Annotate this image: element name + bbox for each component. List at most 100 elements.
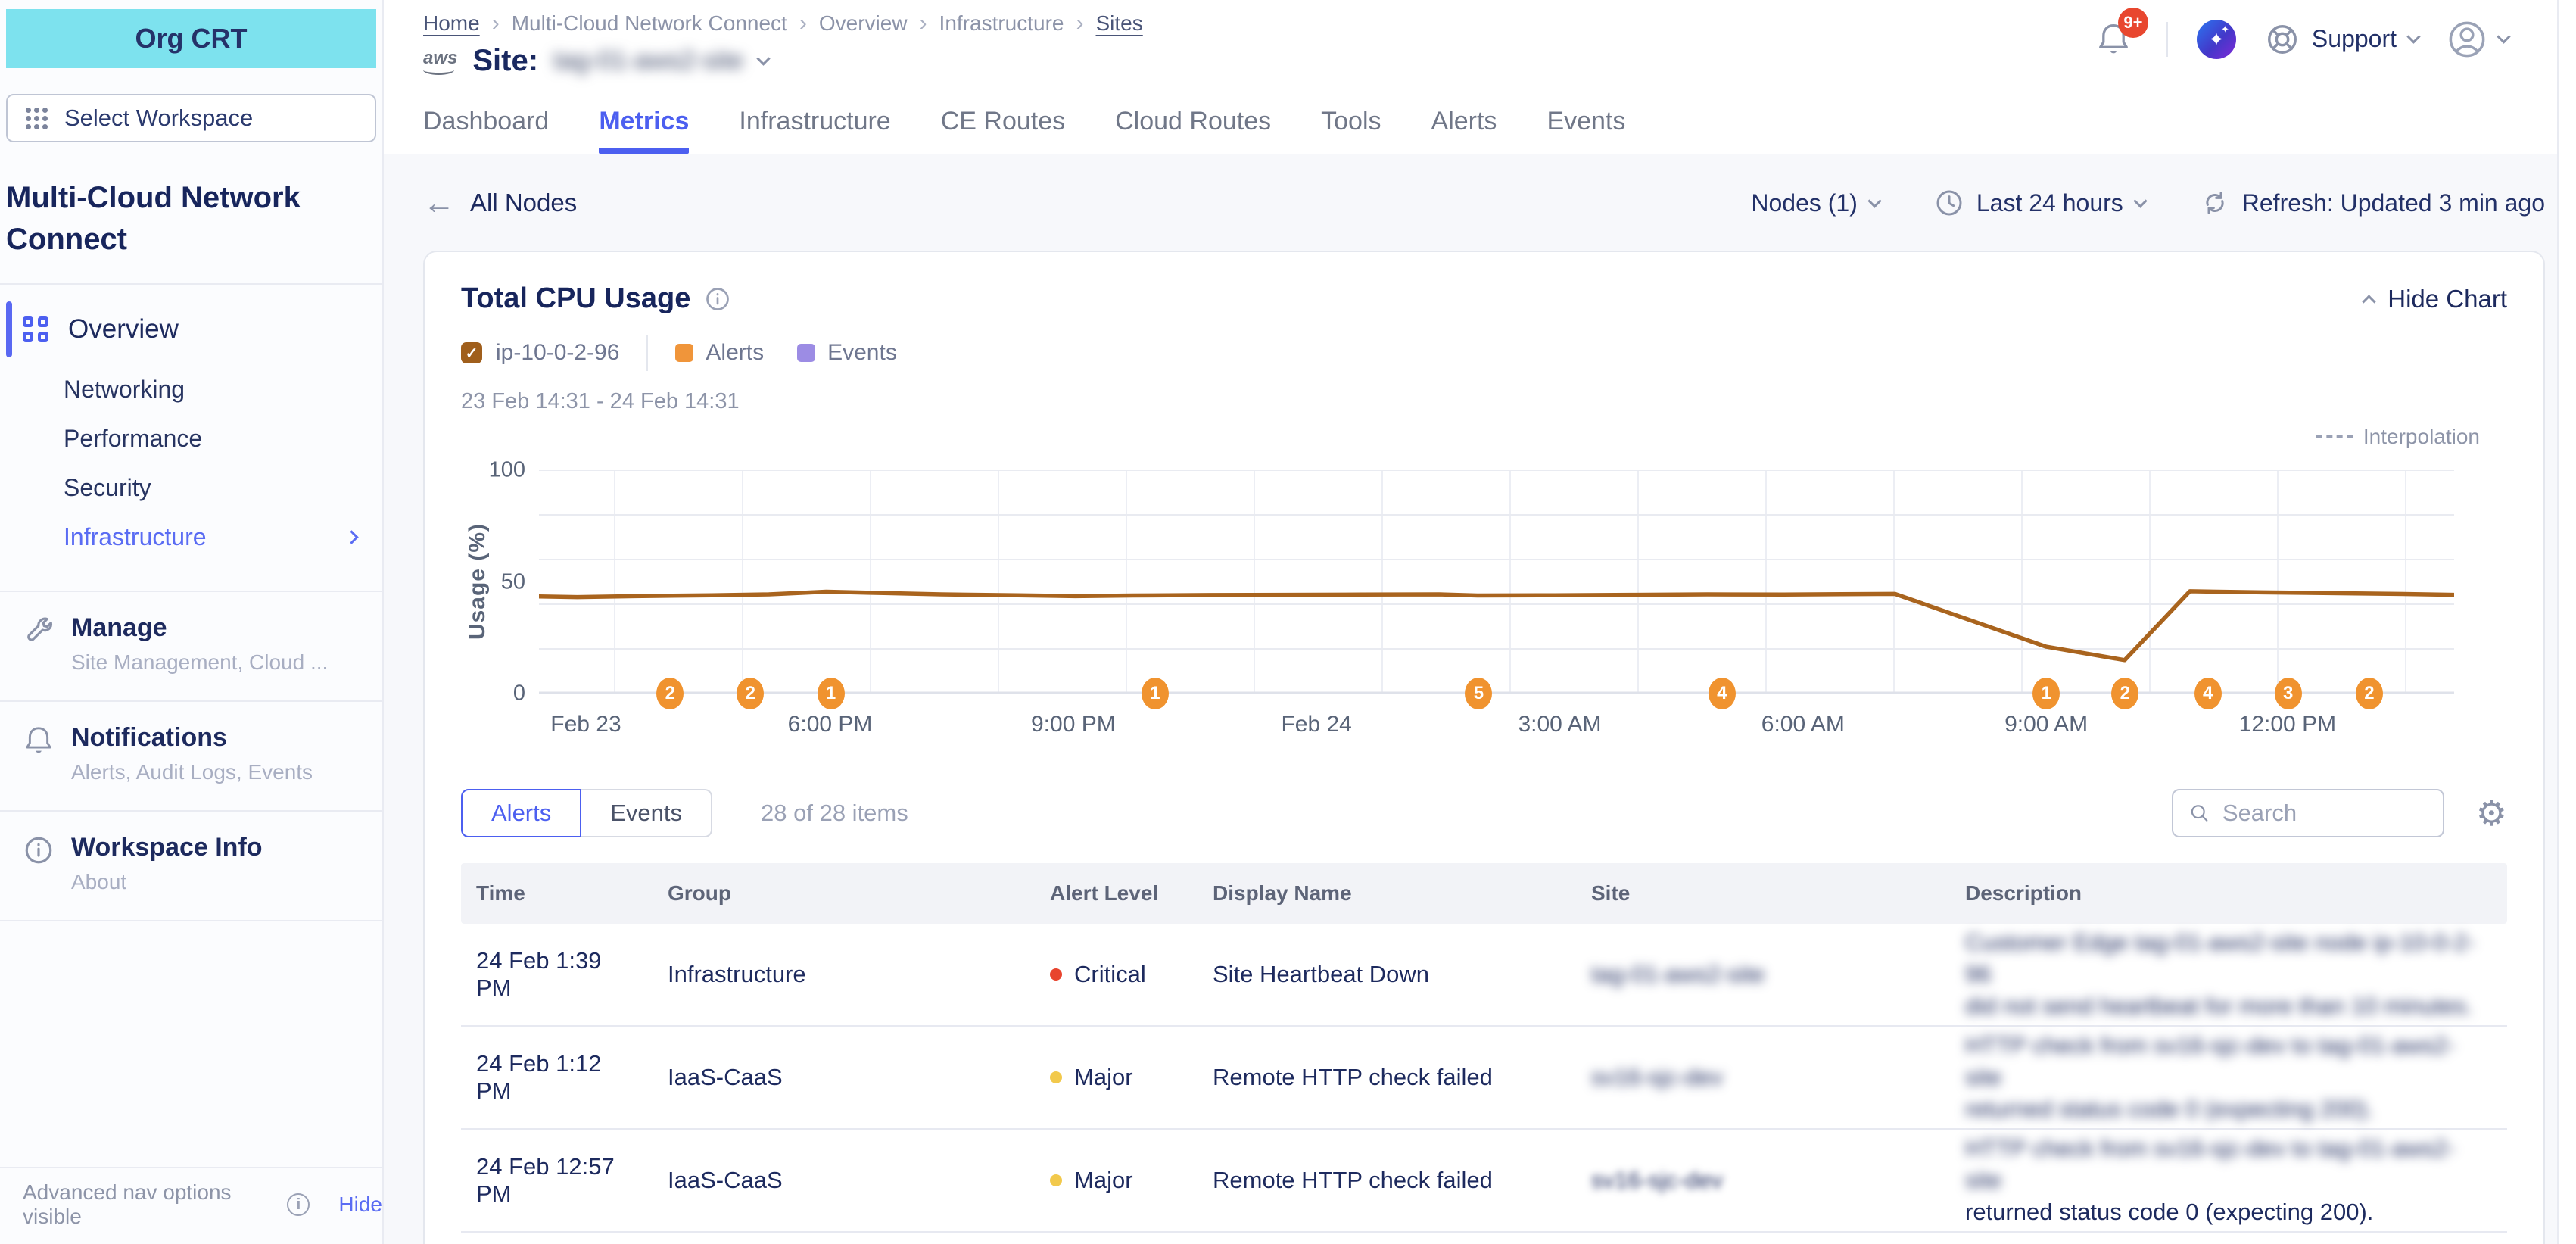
table-row[interactable]: 24 Feb 1:39 PMInfrastructureCriticalSite… bbox=[461, 924, 2507, 1027]
sidebar-section-notifications[interactable]: NotificationsAlerts, Audit Logs, Events bbox=[0, 702, 382, 812]
site-value-redacted[interactable]: tag-01-aws2-site bbox=[553, 46, 743, 76]
line-chart-svg bbox=[539, 470, 2454, 694]
cpu-usage-plot[interactable]: Usage (%) 10050022115412432 bbox=[539, 470, 2454, 694]
tab-dashboard[interactable]: Dashboard bbox=[423, 107, 549, 154]
nodes-dropdown[interactable]: Nodes (1) bbox=[1751, 189, 1880, 217]
sidebar-item-networking[interactable]: Networking bbox=[0, 365, 382, 414]
description-line-redacted: HTTP check from sv16-sjc-dev to tag-01-a… bbox=[1965, 1133, 2481, 1196]
tab-cloud-routes[interactable]: Cloud Routes bbox=[1115, 107, 1271, 154]
search-input[interactable] bbox=[2222, 800, 2428, 827]
cell-display-name: Remote HTTP check failed bbox=[1198, 1167, 1576, 1194]
time-range-dropdown[interactable]: Last 24 hours bbox=[1934, 188, 2145, 218]
cpu-usage-card: Total CPU Usage Hide Chart ✓ ip-10-0-2-9… bbox=[423, 251, 2545, 1244]
sidebar-section-workspace-info[interactable]: Workspace InfoAbout bbox=[0, 812, 382, 921]
breadcrumb-item-sites[interactable]: Sites bbox=[1096, 11, 1143, 36]
legend-alerts[interactable]: Alerts bbox=[675, 340, 764, 366]
section-text: Workspace InfoAbout bbox=[71, 833, 263, 894]
back-arrow-icon: ← bbox=[423, 187, 455, 219]
ai-assistant-button[interactable]: ✦ ✦ bbox=[2197, 20, 2236, 59]
site-value-redacted: tag-01-aws2-site bbox=[1591, 961, 1765, 987]
tab-events[interactable]: Events bbox=[581, 789, 712, 837]
x-axis-labels: Feb 236:00 PM9:00 PMFeb 243:00 AM6:00 AM… bbox=[539, 694, 2454, 748]
breadcrumb-separator: › bbox=[799, 11, 807, 36]
chevron-down-icon bbox=[1867, 194, 1881, 207]
tab-alerts[interactable]: Alerts bbox=[1431, 107, 1497, 154]
toolbar-controls: Nodes (1) Last 24 hours bbox=[1751, 188, 2545, 218]
sidebar-item-infrastructure[interactable]: Infrastructure bbox=[0, 513, 382, 562]
breadcrumb-item-home[interactable]: Home bbox=[423, 11, 480, 36]
section-subtitle: About bbox=[71, 870, 263, 894]
cell-alert-level: Major bbox=[1035, 1167, 1198, 1194]
user-menu[interactable] bbox=[2447, 20, 2509, 59]
breadcrumb-item-infrastructure[interactable]: Infrastructure bbox=[939, 11, 1064, 36]
back-all-nodes-button[interactable]: ← All Nodes bbox=[423, 187, 577, 219]
description-line-redacted: HTTP check from sv16-sjc-dev to tag-01-a… bbox=[1965, 1030, 2481, 1093]
gear-icon[interactable]: ⚙ bbox=[2476, 796, 2507, 831]
section-title: Notifications bbox=[71, 723, 313, 753]
refresh-button[interactable]: Refresh: Updated 3 min ago bbox=[2200, 188, 2545, 218]
sidebar-footer: Advanced nav options visible i Hide bbox=[0, 1167, 382, 1244]
alerts-panel-toolbar: Alerts Events 28 of 28 items ⚙ bbox=[461, 789, 2507, 837]
select-workspace-label: Select Workspace bbox=[64, 104, 253, 132]
site-label: Site: bbox=[472, 44, 538, 78]
x-axis-tick: Feb 24 bbox=[1281, 712, 1351, 737]
hide-nav-link[interactable]: Hide bbox=[338, 1193, 382, 1217]
chevron-down-icon[interactable] bbox=[757, 51, 771, 65]
node-series-checkbox[interactable]: ✓ bbox=[461, 342, 482, 363]
sidebar-item-security[interactable]: Security bbox=[0, 463, 382, 513]
column-header-display-name[interactable]: Display Name bbox=[1198, 881, 1576, 906]
info-icon bbox=[23, 833, 55, 894]
tab-infrastructure[interactable]: Infrastructure bbox=[739, 107, 890, 154]
tab-alerts[interactable]: Alerts bbox=[461, 789, 581, 837]
column-header-description[interactable]: Description bbox=[1950, 881, 2507, 906]
column-header-group[interactable]: Group bbox=[653, 881, 1035, 906]
x-axis-tick: 6:00 PM bbox=[788, 712, 873, 737]
breadcrumb-item-multi-cloud-network-connect[interactable]: Multi-Cloud Network Connect bbox=[512, 11, 787, 36]
events-swatch bbox=[797, 344, 815, 362]
bell-icon bbox=[23, 723, 55, 784]
notification-count-badge: 9+ bbox=[2118, 8, 2148, 38]
y-axis-title: Usage (%) bbox=[461, 470, 494, 694]
interpolation-label: Interpolation bbox=[2363, 425, 2480, 449]
sidebar-item-label: Infrastructure bbox=[64, 523, 207, 551]
breadcrumb-separator: › bbox=[1076, 11, 1084, 36]
tab-ce-routes[interactable]: CE Routes bbox=[941, 107, 1065, 154]
hide-chart-button[interactable]: Hide Chart bbox=[2364, 285, 2507, 313]
cell-time: 24 Feb 1:12 PM bbox=[461, 1050, 653, 1105]
legend-events[interactable]: Events bbox=[797, 340, 897, 366]
info-icon[interactable] bbox=[704, 285, 731, 313]
column-header-alert-level[interactable]: Alert Level bbox=[1035, 881, 1198, 906]
interpolation-legend: Interpolation bbox=[461, 425, 2480, 449]
table-row[interactable]: 24 Feb 1:12 PMIaaS-CaaSMajorRemote HTTP … bbox=[461, 1027, 2507, 1130]
scrollbar-gutter[interactable] bbox=[2557, 0, 2576, 1244]
tab-tools[interactable]: Tools bbox=[1321, 107, 1381, 154]
alert-level-label: Critical bbox=[1074, 961, 1146, 988]
breadcrumb-item-overview[interactable]: Overview bbox=[819, 11, 908, 36]
sidebar-item-label: Performance bbox=[64, 425, 202, 453]
sidebar-nav: Overview Networking Performance Security In… bbox=[0, 283, 382, 562]
chevron-down-icon bbox=[2497, 30, 2510, 43]
table-row[interactable]: 24 Feb 12:57 PMIaaS-CaaSMajorRemote HTTP… bbox=[461, 1130, 2507, 1233]
sidebar-item-overview[interactable]: Overview bbox=[0, 301, 382, 357]
select-workspace-button[interactable]: Select Workspace bbox=[6, 94, 376, 142]
tab-bar: Dashboard Metrics Infrastructure CE Routes C… bbox=[423, 107, 2512, 154]
sidebar-item-performance[interactable]: Performance bbox=[0, 414, 382, 463]
sidebar-subitems: Networking Performance Security Infrastruct… bbox=[0, 365, 382, 562]
x-axis-tick: 9:00 AM bbox=[2004, 712, 2088, 737]
refresh-label: Refresh: Updated 3 min ago bbox=[2242, 189, 2545, 217]
cell-alert-level: Major bbox=[1035, 1064, 1198, 1091]
y-axis-tick: 100 bbox=[489, 458, 525, 483]
notifications-bell-button[interactable]: 9+ bbox=[2097, 17, 2138, 61]
support-menu[interactable]: Support bbox=[2265, 22, 2419, 57]
column-header-time[interactable]: Time bbox=[461, 881, 653, 906]
column-header-site[interactable]: Site bbox=[1576, 881, 1950, 906]
x-axis-tick: 6:00 AM bbox=[1761, 712, 1845, 737]
tab-metrics[interactable]: Metrics bbox=[599, 107, 689, 154]
tab-events[interactable]: Events bbox=[1547, 107, 1625, 154]
chevron-down-icon bbox=[2133, 194, 2147, 207]
clock-icon bbox=[1934, 188, 1964, 218]
alerts-table: TimeGroupAlert LevelDisplay NameSiteDesc… bbox=[461, 863, 2507, 1233]
x-axis-tick: 9:00 PM bbox=[1031, 712, 1116, 737]
sidebar-section-manage[interactable]: ManageSite Management, Cloud ... bbox=[0, 592, 382, 702]
chevron-up-icon bbox=[2363, 295, 2376, 308]
